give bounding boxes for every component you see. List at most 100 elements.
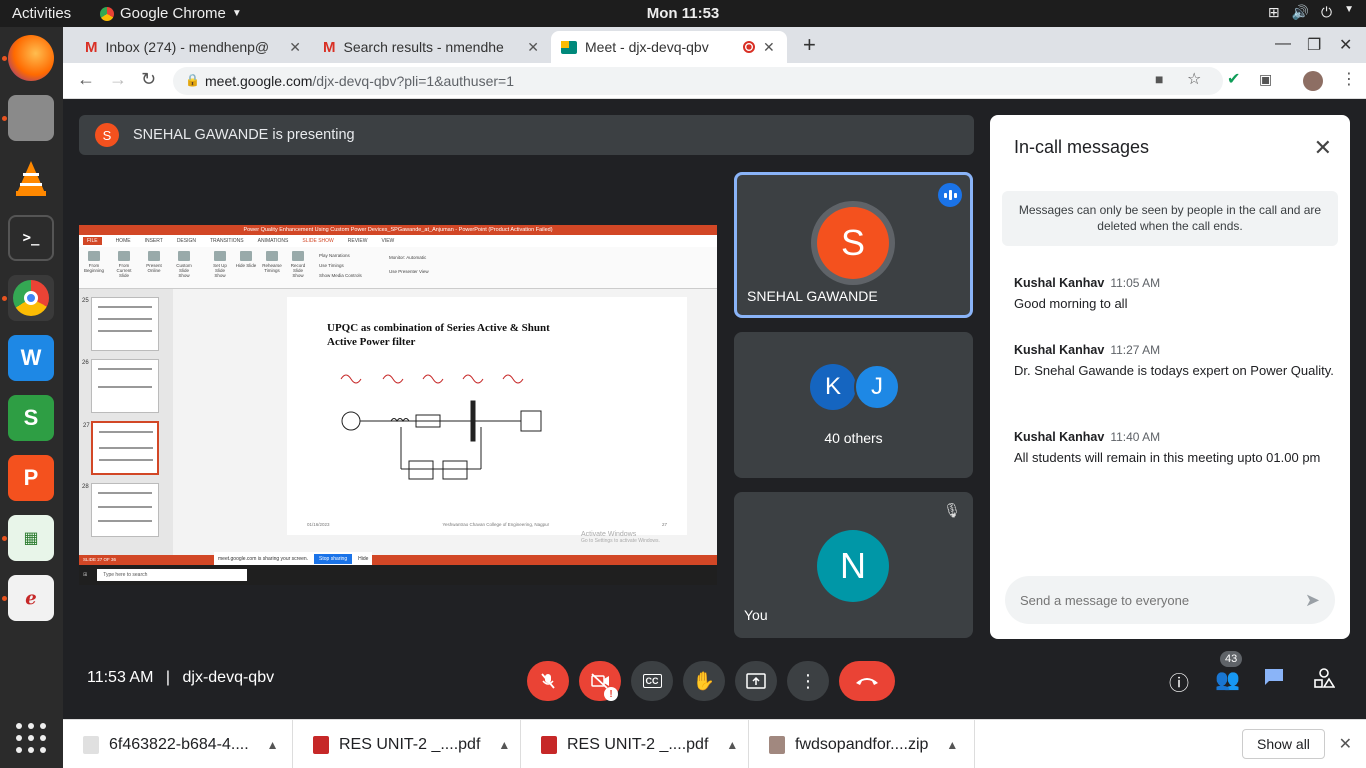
- chat-message: Kushal Kanhav 11:40 AM All students will …: [1014, 429, 1334, 468]
- firefox-icon[interactable]: [8, 35, 54, 81]
- ppt-ribbon: From Beginning From Current Slide Presen…: [79, 247, 717, 289]
- bookmark-star-icon[interactable]: ☆: [1187, 69, 1201, 89]
- slide-title-line: Active Power filter: [327, 336, 416, 348]
- pdf-icon: [313, 735, 329, 754]
- taskbar-search: Type here to search: [97, 569, 248, 581]
- message-text: Good morning to all: [1014, 296, 1128, 311]
- chat-input[interactable]: [1005, 576, 1335, 624]
- minimize-button[interactable]: —: [1275, 35, 1291, 53]
- self-avatar: N: [817, 530, 889, 602]
- download-item[interactable]: RES UNIT-2 _....pdf ▲: [521, 720, 749, 768]
- ppt-menu-item: ANIMATIONS: [257, 238, 289, 244]
- mic-off-icon: 🎙: [943, 502, 961, 518]
- presenting-text: SNEHAL GAWANDE is presenting: [133, 127, 355, 143]
- volume-icon: 🔊: [1291, 4, 1310, 20]
- close-tab-icon[interactable]: ✕: [527, 39, 539, 56]
- zip-icon: [769, 735, 785, 754]
- sharing-notice: meet.google.com is sharing your screen. …: [214, 552, 373, 566]
- system-tray[interactable]: ⊞ 🔊 ⏻ ▼: [1268, 4, 1354, 21]
- url-path: /djx-devq-qbv?pli=1&authuser=1: [312, 73, 514, 89]
- close-icon[interactable]: ✕: [1314, 135, 1332, 161]
- camera-blocked-icon[interactable]: ■: [1155, 71, 1163, 87]
- camera-toggle-button[interactable]: !: [579, 661, 621, 701]
- network-icon: ⊞: [1267, 4, 1280, 20]
- captions-button[interactable]: CC: [631, 661, 673, 701]
- reload-button[interactable]: ↻: [141, 69, 156, 90]
- address-bar[interactable]: 🔒 meet.google.com/djx-devq-qbv?pli=1&aut…: [173, 67, 1223, 95]
- mic-toggle-button[interactable]: [527, 661, 569, 701]
- download-item[interactable]: RES UNIT-2 _....pdf ▲: [293, 720, 521, 768]
- forward-button[interactable]: →: [109, 69, 127, 90]
- extension-check-icon[interactable]: ✔: [1227, 69, 1240, 89]
- chevron-up-icon[interactable]: ▲: [946, 738, 958, 752]
- chevron-up-icon[interactable]: ▲: [498, 738, 510, 752]
- vlc-icon[interactable]: [8, 155, 54, 201]
- meeting-info-icon[interactable]: ⓘ: [1169, 667, 1189, 696]
- ppt-thumbnails: 25 26 27 28: [79, 289, 173, 555]
- profile-avatar[interactable]: [1303, 71, 1323, 91]
- close-tab-icon[interactable]: ✕: [763, 39, 775, 56]
- people-icon[interactable]: 👥: [1215, 667, 1240, 692]
- document-viewer-icon[interactable]: ℯ: [8, 575, 54, 621]
- close-window-button[interactable]: ✕: [1339, 35, 1352, 55]
- terminal-icon[interactable]: >_: [8, 215, 54, 261]
- tab-title: Meet - djx-devq-qbv: [585, 39, 709, 55]
- system-clock[interactable]: Mon 11:53: [0, 5, 1366, 22]
- maximize-button[interactable]: ❐: [1307, 35, 1321, 55]
- chrome-icon[interactable]: [8, 275, 54, 321]
- thumb-number: 28: [82, 484, 89, 490]
- chat-icon[interactable]: [1263, 667, 1285, 693]
- close-tab-icon[interactable]: ✕: [289, 39, 301, 56]
- ppt-menu-item: FILE: [83, 237, 102, 245]
- activate-windows-watermark: Activate Windows Go to Settings to activ…: [581, 531, 660, 544]
- download-item[interactable]: fwdsopandfor....zip ▲: [749, 720, 975, 768]
- download-shelf: 6f463822-b684-4.... ▲ RES UNIT-2 _....pd…: [63, 719, 1366, 768]
- files-icon[interactable]: [8, 95, 54, 141]
- download-item[interactable]: 6f463822-b684-4.... ▲: [63, 720, 293, 768]
- message-time: 11:40 AM: [1110, 430, 1161, 444]
- participant-name: You: [744, 607, 768, 623]
- thumb-number: 26: [82, 360, 89, 366]
- raise-hand-button[interactable]: ✋: [683, 661, 725, 701]
- show-applications-icon[interactable]: [16, 723, 46, 753]
- chevron-up-icon[interactable]: ▲: [726, 738, 738, 752]
- message-sender: Kushal Kanhav: [1014, 343, 1105, 357]
- present-now-button[interactable]: [735, 661, 777, 701]
- new-tab-button[interactable]: +: [803, 32, 816, 58]
- warning-icon: !: [604, 687, 618, 701]
- extension-icon[interactable]: ▣: [1259, 71, 1272, 88]
- wps-presentation-icon[interactable]: P: [8, 455, 54, 501]
- tab-meet[interactable]: Meet - djx-devq-qbv ✕: [551, 31, 787, 63]
- chevron-up-icon[interactable]: ▲: [267, 738, 279, 752]
- download-name: 6f463822-b684-4....: [109, 735, 249, 753]
- wps-spreadsheet-icon[interactable]: S: [8, 395, 54, 441]
- participant-tile-self[interactable]: 🎙 N You: [734, 492, 973, 638]
- activities-icon[interactable]: [1313, 667, 1336, 695]
- slide-footer-number: 27: [661, 522, 667, 527]
- meeting-code: djx-devq-qbv: [182, 669, 275, 686]
- ppt-menu-item: VIEW: [381, 238, 395, 244]
- wps-writer-icon[interactable]: W: [8, 335, 54, 381]
- more-menu-icon[interactable]: ⋮: [1341, 69, 1357, 89]
- participant-avatar: J: [854, 364, 900, 410]
- show-all-button[interactable]: Show all: [1242, 729, 1325, 759]
- close-icon[interactable]: ✕: [1339, 734, 1352, 754]
- ppt-slide-canvas: UPQC as combination of Series Active & S…: [287, 297, 687, 535]
- leave-call-button[interactable]: [839, 661, 895, 701]
- shared-screen[interactable]: Power Quality Enhancement Using Custom P…: [79, 225, 717, 585]
- participant-tile-others[interactable]: K J 40 others: [734, 332, 973, 478]
- back-button[interactable]: ←: [77, 69, 95, 90]
- send-icon[interactable]: ➤: [1305, 590, 1320, 611]
- sharing-text: meet.google.com is sharing your screen.: [218, 556, 309, 562]
- presenter-avatar: S: [817, 207, 889, 279]
- download-name: fwdsopandfor....zip: [795, 735, 929, 753]
- tab-search-results[interactable]: M Search results - nmendhe ✕: [313, 31, 549, 63]
- stop-sharing-button: Stop sharing: [314, 554, 353, 564]
- ppt-ribbon-label: From Current Slide: [116, 263, 132, 278]
- more-options-button[interactable]: ⋮: [787, 661, 829, 701]
- tab-inbox[interactable]: M Inbox (274) - mendhenp@ ✕: [75, 31, 311, 63]
- participant-tile-presenter[interactable]: S SNEHAL GAWANDE: [734, 172, 973, 318]
- watermark-line: Activate Windows: [581, 531, 637, 538]
- libreoffice-calc-icon[interactable]: ▦: [8, 515, 54, 561]
- ppt-ribbon-label: Record Slide Show: [290, 263, 306, 278]
